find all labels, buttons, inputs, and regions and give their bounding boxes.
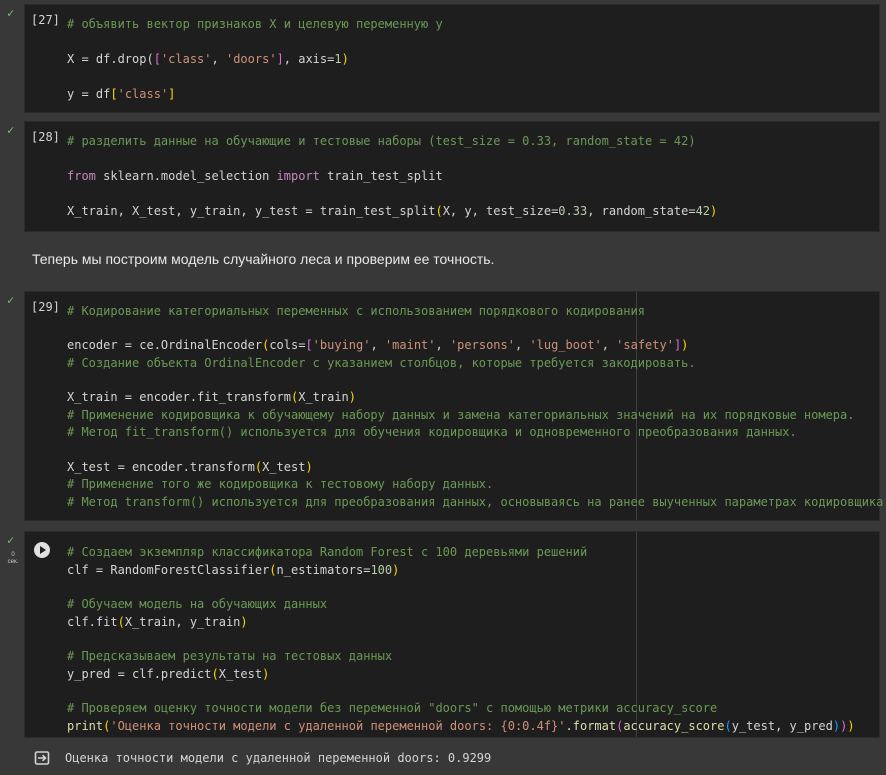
execution-count: [27]	[31, 13, 60, 27]
output-arrow-icon[interactable]	[34, 750, 50, 766]
code-cell-27[interactable]: ✓ [27] # объявить вектор признаков X и ц…	[0, 0, 886, 117]
execution-count: [29]	[31, 300, 60, 314]
markdown-text: Теперь мы построим модель случайного лес…	[32, 251, 495, 267]
execution-count: [28]	[31, 130, 60, 144]
checkmark-icon: ✓	[7, 293, 15, 307]
code-line: # Применение того же кодировщика к тесто…	[67, 477, 494, 491]
execution-time: 0 сек.	[7, 552, 19, 565]
code-line: y = df['class']	[67, 87, 176, 101]
code-line: X_train, X_test, y_train, y_test = train…	[67, 204, 718, 218]
checkmark-icon: ✓	[7, 123, 15, 137]
cell-gutter: ✓	[0, 0, 24, 117]
cell-output: Оценка точности модели с удаленной перем…	[24, 742, 886, 775]
checkmark-icon: ✓	[7, 533, 15, 547]
code-line: print('Оценка точности модели с удаленно…	[67, 718, 855, 733]
markdown-cell[interactable]: Теперь мы построим модель случайного лес…	[0, 237, 886, 285]
play-circle-icon[interactable]	[34, 542, 50, 558]
code-line: # Обучаем модель на обучающих данных	[67, 597, 328, 611]
code-line: # Проверяем оценку точности модели без п…	[67, 701, 718, 715]
code-line: # Метод fit_transform() используется для…	[67, 425, 797, 439]
code-editor[interactable]: [29] # Кодирование категориальных переме…	[24, 291, 886, 521]
code-line: # разделить данные на обучающие и тестов…	[67, 134, 696, 148]
code-cell-current[interactable]: ✓ # Создаем экземпляр классификатора Ran…	[0, 527, 886, 742]
code-line: # Метод transform() используется для пре…	[67, 494, 886, 509]
cell-gutter: ✓	[0, 117, 24, 236]
code-editor[interactable]: [28] # разделить данные на обучающие и т…	[24, 121, 880, 232]
output-text: Оценка точности модели с удаленной перем…	[65, 751, 492, 765]
code-line: # Применение кодировщика к обучающему на…	[67, 407, 855, 422]
code-line: X_train = encoder.fit_transform(X_train)	[67, 390, 357, 404]
cell-gutter: ✓	[0, 287, 24, 525]
code-line: # Создание объекта OrdinalEncoder с указ…	[67, 355, 696, 370]
code-line: # Создаем экземпляр классификатора Rando…	[67, 545, 588, 559]
code-line: # объявить вектор признаков X и целевую …	[67, 17, 443, 31]
code-cell-28[interactable]: ✓ [28] # разделить данные на обучающие и…	[0, 117, 886, 236]
code-line: X_test = encoder.transform(X_test)	[67, 459, 313, 474]
code-editor[interactable]: [27] # объявить вектор признаков X и цел…	[24, 4, 880, 113]
code-line: clf.fit(X_train, y_train)	[67, 614, 248, 629]
code-cell-29[interactable]: ✓ [29] # Кодирование категориальных пере…	[0, 287, 886, 525]
code-editor[interactable]: # Создаем экземпляр классификатора Rando…	[24, 531, 880, 738]
code-line: clf = RandomForestClassifier(n_estimator…	[67, 563, 400, 577]
code-line: # Кодирование категориальных переменных …	[67, 304, 645, 318]
code-line: encoder = ce.OrdinalEncoder(cols=['buyin…	[67, 338, 689, 352]
code-line: y_pred = clf.predict(X_test)	[67, 666, 270, 681]
code-line: # Предсказываем результаты на тестовых д…	[67, 649, 393, 663]
code-line: X = df.drop(['class', 'doors'], axis=1)	[67, 52, 349, 66]
checkmark-icon: ✓	[7, 6, 15, 20]
code-line: from sklearn.model_selection import trai…	[67, 169, 443, 183]
